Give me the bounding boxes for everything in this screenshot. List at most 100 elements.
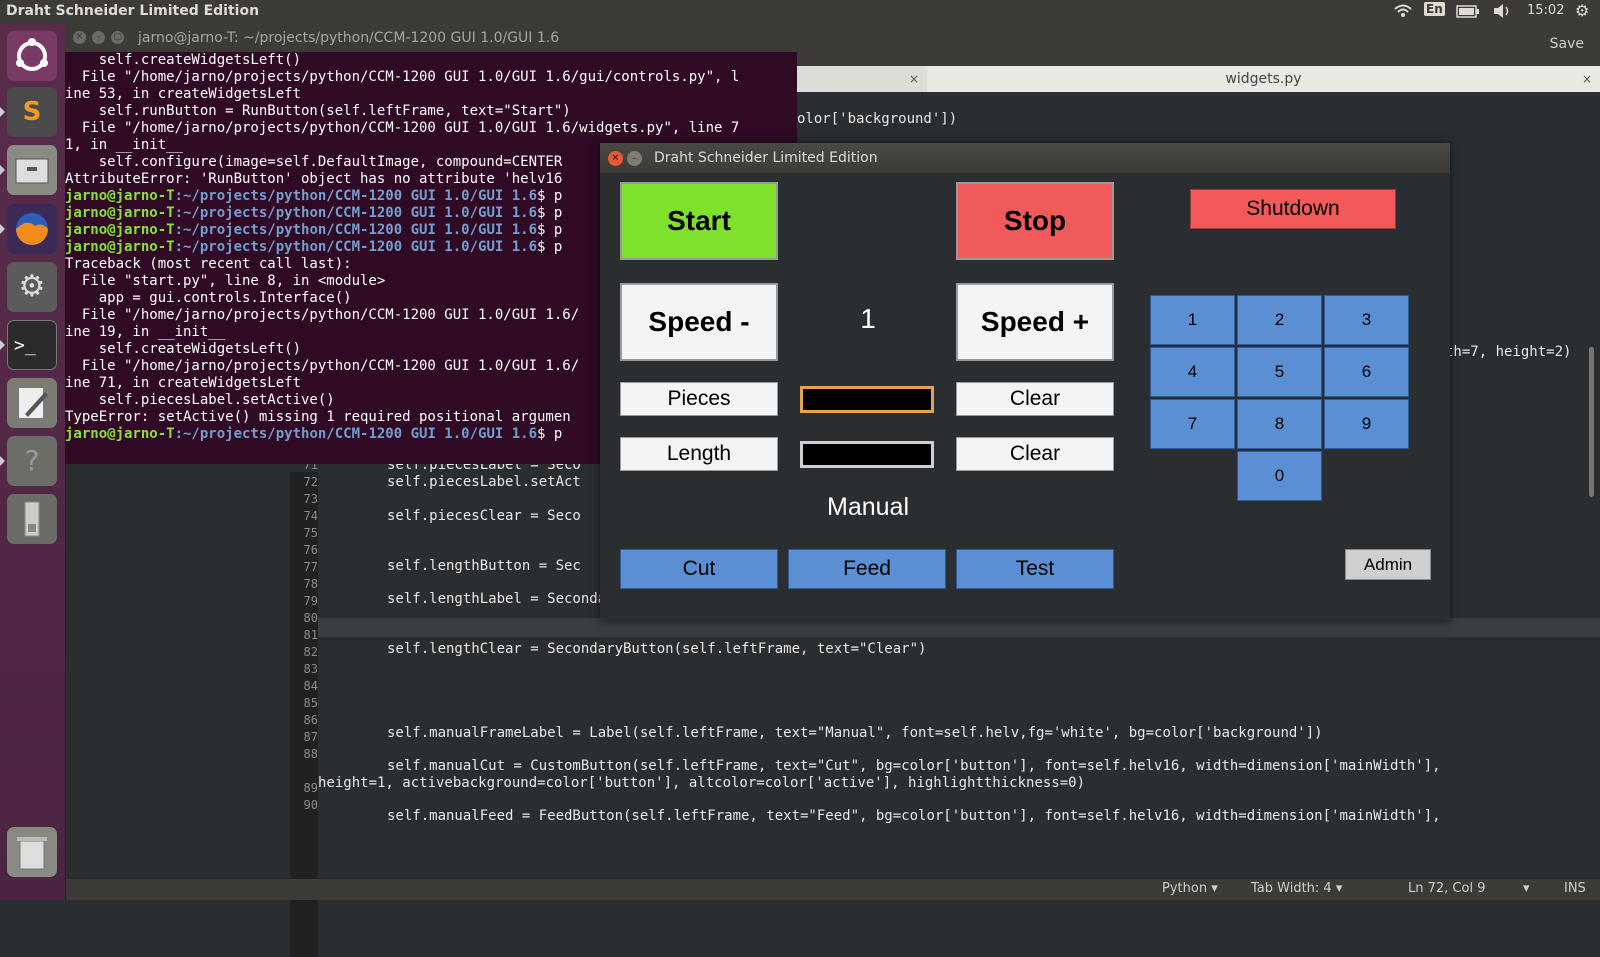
status-bar: Python ▾ Tab Width: 4 ▾ Ln 72, Col 9 ▾ I… [65,879,1600,900]
terminal-line: self.createWidgetsLeft() [65,52,302,68]
draht-schneider-window: ✕ – Draht Schneider Limited Edition Star… [600,143,1450,621]
admin-button[interactable]: Admin [1345,549,1431,580]
stop-button[interactable]: Stop [956,182,1114,260]
ubuntu-dash-icon[interactable] [7,31,57,81]
terminal-line: File "start.py", line 8, in <module> [65,273,386,289]
minimize-icon[interactable]: – [92,31,105,44]
line-number: 87 [303,730,318,744]
close-icon[interactable]: ✕ [73,31,86,44]
prompt-path: :~/projects/python/CCM-1200 GUI 1.0/GUI … [174,205,538,221]
usb-drive-icon[interactable] [7,494,57,544]
keypad-key-7[interactable]: 7 [1150,399,1235,449]
volume-icon[interactable] [1492,3,1512,23]
keypad-key-2[interactable]: 2 [1237,295,1322,345]
terminal-line: AttributeError: 'RunButton' object has n… [65,171,563,187]
text-editor-icon[interactable] [7,378,57,428]
line-number: 78 [303,577,318,591]
terminal-line: app = gui.controls.Interface() [65,290,352,306]
running-indicator [0,165,5,175]
terminal-line: ine 19, in __init__ [65,324,226,340]
clock[interactable]: 15:02 [1527,3,1564,18]
trash-icon[interactable] [7,827,57,877]
terminal-line: TypeError: setActive() missing 1 require… [65,409,571,425]
keypad-key-6[interactable]: 6 [1324,347,1409,397]
terminal-line: self.runButton = RunButton(self.leftFram… [65,103,571,119]
keypad-key-4[interactable]: 4 [1150,347,1235,397]
clear-length-button[interactable]: Clear [956,437,1114,471]
cut-button[interactable]: Cut [620,549,778,589]
language-selector[interactable]: Python ▾ [1162,881,1218,896]
terminal-line: jarno@jarno-T:~/projects/python/CCM-1200… [65,222,562,239]
prompt-user: jarno@jarno-T [65,239,175,255]
start-button[interactable]: Start [620,182,778,260]
keypad-key-0[interactable]: 0 [1237,451,1322,501]
prompt-path: :~/projects/python/CCM-1200 GUI 1.0/GUI … [174,426,538,442]
prompt-path: :~/projects/python/CCM-1200 GUI 1.0/GUI … [174,222,538,238]
minimize-icon[interactable]: – [627,151,642,166]
length-field[interactable] [800,441,934,468]
clear-pieces-button[interactable]: Clear [956,382,1114,416]
pieces-field[interactable] [800,386,934,413]
terminal-line: self.piecesLabel.setActive() [65,392,335,408]
tab-close-icon[interactable]: × [1582,66,1592,92]
terminal-icon[interactable]: >_ [7,320,57,370]
line-number: 72 [303,475,318,489]
keypad-key-1[interactable]: 1 [1150,295,1235,345]
line-number: 82 [303,645,318,659]
keypad-key-3[interactable]: 3 [1324,295,1409,345]
keypad-key-5[interactable]: 5 [1237,347,1322,397]
terminal-line: File "/home/jarno/projects/python/CCM-12… [65,307,580,323]
code-line: height=1, activebackground=color['button… [318,775,1086,791]
close-icon[interactable]: ✕ [608,151,623,166]
line-number: 81 [303,628,318,642]
length-button[interactable]: Length [620,437,778,471]
prompt-tail: $ p [537,222,563,238]
keypad-key-8[interactable]: 8 [1237,399,1322,449]
code-line: self.manualFeed = FeedButton(self.leftFr… [387,808,1441,824]
terminal-line: 1, in __init__ [65,137,184,153]
speed-plus-button[interactable]: Speed + [956,283,1114,361]
wifi-icon[interactable] [1394,3,1412,23]
line-number: 80 [303,611,318,625]
code-fragment: olor['background']) [797,111,958,127]
line-number: 88 [303,747,318,761]
line-number: 84 [303,679,318,693]
code-line: self.lengthClear = SecondaryButton(self.… [387,641,927,657]
save-button[interactable]: Save [1550,36,1584,52]
tab-width-selector[interactable]: Tab Width: 4 ▾ [1251,881,1342,896]
firefox-icon[interactable] [7,204,57,254]
shutdown-button[interactable]: Shutdown [1190,189,1396,229]
battery-icon[interactable] [1456,5,1480,22]
active-app-title: Draht Schneider Limited Edition [6,3,260,19]
prompt-user: jarno@jarno-T [65,188,175,204]
test-button[interactable]: Test [956,549,1114,589]
chevron-down-icon[interactable]: ▾ [1523,881,1530,896]
prompt-tail: $ p [537,426,563,442]
terminal-line: jarno@jarno-T:~/projects/python/CCM-1200… [65,426,562,443]
sublime-text-icon[interactable]: S [7,87,57,137]
code-fragment: th=7, height=2) [1445,344,1572,360]
terminal-title: jarno@jarno-T: ~/projects/python/CCM-120… [138,30,560,46]
files-icon[interactable] [7,145,57,195]
feed-button[interactable]: Feed [788,549,946,589]
cursor-position: Ln 72, Col 9 [1408,881,1486,896]
help-icon[interactable]: ? [7,436,57,486]
line-number: 76 [303,543,318,557]
speed-minus-button[interactable]: Speed - [620,283,778,361]
system-settings-icon[interactable]: ⚙ [7,262,57,312]
terminal-titlebar: ✕ – □ jarno@jarno-T: ~/projects/python/C… [65,24,797,52]
tab-label: widgets.py [1225,71,1302,87]
keyboard-icon[interactable]: En [1424,2,1445,16]
running-indicator [0,340,5,350]
code-line: self.manualFrameLabel = Label(self.leftF… [387,725,1323,741]
keypad-key-9[interactable]: 9 [1324,399,1409,449]
line-number: 89 [303,781,318,795]
terminal-line: ine 53, in createWidgetsLeft [65,86,302,102]
terminal-line: self.configure(image=self.DefaultImage, … [65,154,563,170]
tab-close-icon[interactable]: × [909,66,919,92]
pieces-button[interactable]: Pieces [620,382,778,416]
tab-widgets-py[interactable]: widgets.py × [927,66,1600,92]
scrollbar-thumb[interactable] [1589,347,1594,497]
gear-icon[interactable]: ⚙ [1575,1,1589,20]
maximize-icon[interactable]: □ [111,31,124,44]
